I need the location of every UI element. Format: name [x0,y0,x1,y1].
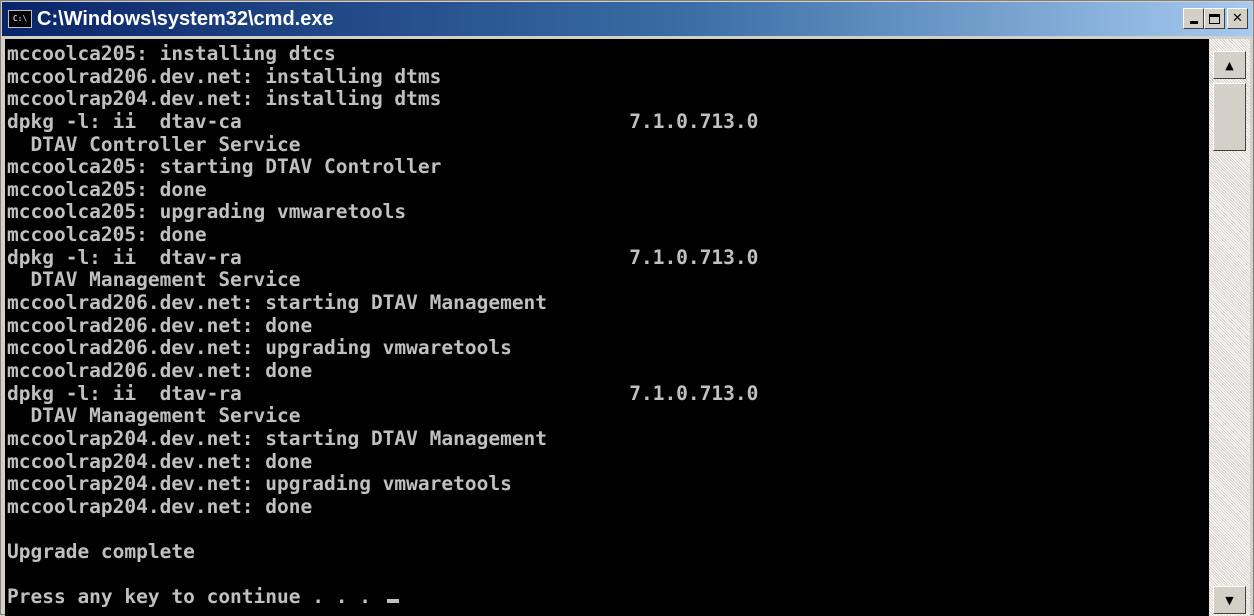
console-line: mccoolrad206.dev.net: starting DTAV Mana… [7,291,548,315]
console-line: mccoolrap204.dev.net: done [7,494,313,518]
console-line: mccoolrap204.dev.net: upgrading vmwareto… [7,472,512,496]
console-line: mccoolrad206.dev.net: upgrading vmwareto… [7,336,512,360]
console-line: mccoolrap204.dev.net: done [7,449,313,473]
console-line: mccoolrad206.dev.net: done [7,313,313,337]
title-bar[interactable]: C:\ C:\Windows\system32\cmd.exe ✕ [2,2,1252,36]
console-output[interactable]: mccoolca205: installing dtcs mccoolrad206… [5,39,1209,616]
console-line: Upgrade complete [7,540,195,564]
console-line: mccoolrap204.dev.net: starting DTAV Mana… [7,426,548,450]
console-line: Press any key to continue . . . [7,586,1209,609]
console-lines: mccoolca205: installing dtcs mccoolrad206… [5,39,1209,609]
scroll-down-arrow-icon: ▼ [1225,593,1234,607]
scroll-up-button[interactable]: ▲ [1213,51,1246,79]
minimize-button[interactable] [1183,8,1204,29]
scroll-down-button[interactable]: ▼ [1213,586,1246,614]
close-button[interactable]: ✕ [1227,8,1248,29]
console-line: DTAV Controller Service [7,132,301,156]
caption-buttons: ✕ [1183,8,1248,29]
minimize-icon [1189,21,1198,24]
cmd-window: C:\ C:\Windows\system32\cmd.exe ✕ mccool… [0,0,1254,616]
console-line: mccoolrad206.dev.net: installing dtms [7,64,442,88]
window-title: C:\Windows\system32\cmd.exe [37,7,334,30]
scrollbar-thumb[interactable] [1213,83,1246,151]
console-line: mccoolca205: installing dtcs [7,42,336,65]
console-icon[interactable]: C:\ [8,10,32,28]
scroll-up-arrow-icon: ▲ [1225,58,1234,72]
console-line: DTAV Management Service [7,268,301,292]
console-line: mccoolca205: starting DTAV Controller [7,155,442,179]
maximize-button[interactable] [1204,8,1225,29]
console-line: mccoolca205: done [7,223,207,247]
maximize-icon [1209,13,1220,24]
console-line: mccoolca205: upgrading vmwaretools [7,200,407,224]
console-line: mccoolrap204.dev.net: installing dtms [7,87,442,111]
console-line: DTAV Management Service [7,404,301,428]
close-icon: ✕ [1232,11,1243,26]
console-line: mccoolrad206.dev.net: done [7,358,313,382]
text-cursor [386,599,399,604]
console-line: dpkg -l: ii dtav-ca 7.1.0.713.0 [7,109,759,133]
console-icon-label: C:\ [12,14,28,23]
vertical-scrollbar[interactable]: ▲ ▼ [1209,39,1250,616]
console-line: dpkg -l: ii dtav-ra 7.1.0.713.0 [7,245,759,269]
console-line: dpkg -l: ii dtav-ra 7.1.0.713.0 [7,381,759,405]
console-line: mccoolca205: done [7,177,207,201]
